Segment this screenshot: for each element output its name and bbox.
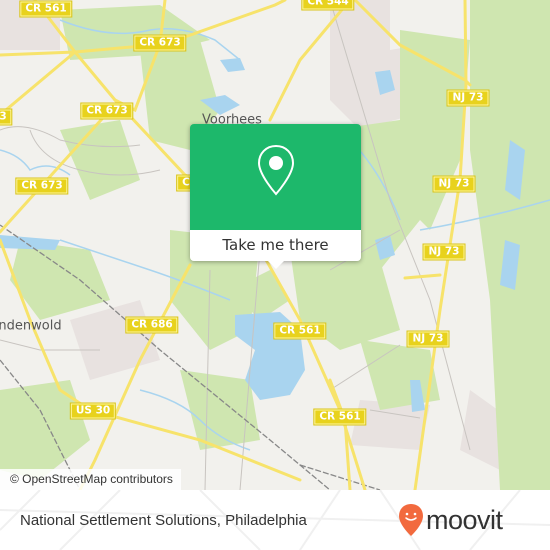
residential-area [70,300,160,380]
road [403,273,442,280]
road-shield-cr673: CR 673 [15,177,69,195]
park-area [60,120,140,200]
moovit-pin-smile-icon [399,504,423,536]
map-pin-icon [257,144,295,196]
road-shield-cr561: CR 561 [19,0,73,18]
road-shield-partial: 3 [0,108,13,126]
location-title: National Settlement Solutions, Philadelp… [20,512,307,529]
take-me-there-button[interactable]: Take me there [190,230,361,261]
popup-header [190,124,361,230]
road-shield-cr561: CR 561 [313,408,367,426]
map-attribution[interactable]: © OpenStreetMap contributors [0,469,181,490]
moovit-logo[interactable]: moovit [398,502,503,538]
road-shield-cr686: CR 686 [125,316,179,334]
road-shield-nj73: NJ 73 [406,330,450,348]
footer-bar: National Settlement Solutions, Philadelp… [0,490,550,550]
road-shield-cr673: CR 673 [133,34,187,52]
road-shield-us30: US 30 [69,402,117,420]
road-shield-cr561: CR 561 [273,322,327,340]
railway [299,464,381,490]
lake [220,58,245,72]
road-shield-cr673: CR 673 [80,102,134,120]
location-popup: Take me there [190,124,361,269]
place-label-lindenwold: ndenwold [0,318,62,334]
road-shield-nj73: NJ 73 [422,243,466,261]
popup-pointer [268,261,284,269]
road-cr561 [0,50,77,117]
moovit-wordmark: moovit [426,505,503,535]
park-area [0,380,90,480]
road-shield-cr544: CR 544 [301,0,355,11]
road-shield-nj73: NJ 73 [446,89,490,107]
map-canvas[interactable]: CR 561 CR 673 CR 544 CR 673 CR 673 3 C N… [0,0,550,490]
river [0,235,60,250]
road-shield-nj73: NJ 73 [432,175,476,193]
